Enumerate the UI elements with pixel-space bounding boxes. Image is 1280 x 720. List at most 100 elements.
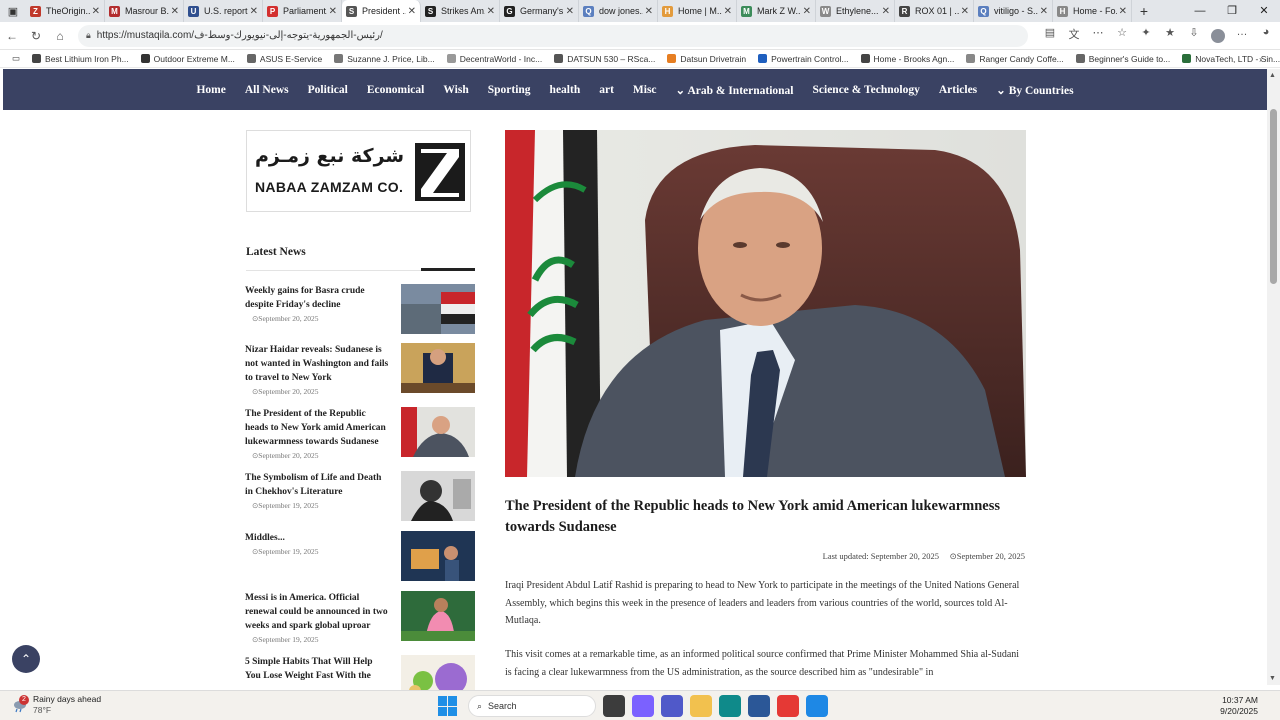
tab-close-icon[interactable]: ✕ [882, 6, 890, 17]
bookmark-item[interactable]: Powertrain Control... [758, 54, 849, 64]
nav-link[interactable]: Science & Technology [813, 84, 920, 96]
bookmark-item[interactable]: Beginner's Guide to... [1075, 54, 1170, 64]
downloads-icon[interactable]: ⇩ [1182, 26, 1206, 46]
bookmark-item[interactable]: Best Lithium Iron Ph... [32, 54, 129, 64]
system-clock[interactable]: 10:37 AM 9/20/2025 [1220, 695, 1258, 717]
news-item-title[interactable]: The President of the Republic heads to N… [245, 407, 390, 449]
teams-icon[interactable] [661, 695, 683, 717]
tab-close-icon[interactable]: ✕ [1119, 6, 1127, 17]
nav-link[interactable]: health [550, 84, 581, 96]
news-item-thumbnail[interactable] [401, 591, 475, 641]
bookmark-item[interactable]: NovaTech, LTD - Sin... [1182, 54, 1280, 64]
scroll-up-icon[interactable]: ▲ [1269, 72, 1276, 79]
scroll-to-top-button[interactable]: ⌃ [12, 645, 40, 673]
browser-tab[interactable]: S Strikes Am...✕ [421, 0, 500, 22]
sponsor-logo-ad[interactable]: شركة نبع زمـزم NABAA ZAMZAM CO. [246, 130, 471, 212]
scrollbar-thumb[interactable] [1270, 109, 1277, 284]
browser-tab[interactable]: M Masrour B...✕ [105, 0, 184, 22]
browser-tab[interactable]: W Ethylene... ✕ [816, 0, 895, 22]
news-item-thumbnail[interactable] [401, 471, 475, 521]
extensions-icon[interactable]: ✦ [1134, 26, 1158, 46]
nav-link[interactable]: Wish [443, 84, 468, 96]
tab-close-icon[interactable]: ✕ [724, 6, 732, 17]
browser-tab[interactable]: S President ... ✕ [342, 0, 421, 22]
tab-close-icon[interactable]: ✕ [92, 6, 100, 17]
nav-link[interactable]: Political [308, 84, 348, 96]
bookmark-item[interactable]: Outdoor Extreme M... [140, 54, 235, 64]
favorite-star-icon[interactable]: ☆ [1110, 26, 1134, 46]
news-item-thumbnail[interactable] [401, 531, 475, 581]
bookmark-item[interactable]: Home - Brooks Agn... [860, 54, 954, 64]
tab-actions-icon[interactable]: ▣ [0, 0, 26, 22]
browser-tab[interactable]: Qdow jones... ✕ [579, 0, 658, 22]
settings-menu-icon[interactable]: … [1230, 26, 1254, 46]
browser-tab[interactable]: R ROX 01 | ... ✕ [895, 0, 974, 22]
bookmark-item[interactable]: Suzanne J. Price, Lib... [334, 54, 435, 64]
nav-link[interactable]: Sporting [488, 84, 531, 96]
copilot-app-icon[interactable] [632, 695, 654, 717]
news-item-thumbnail[interactable] [401, 284, 475, 334]
bookmark-item[interactable]: DecentraWorld - Inc... [446, 54, 542, 64]
browser-tab[interactable]: Qvitiligo - S... ✕ [974, 0, 1053, 22]
browser-tab[interactable]: P Parliament...✕ [263, 0, 342, 22]
tab-close-icon[interactable]: ✕ [961, 6, 969, 17]
tab-close-icon[interactable]: ✕ [329, 6, 337, 17]
browser-tab[interactable]: Z TheOrigin... ✕ [26, 0, 105, 22]
page-scrollbar[interactable]: ▲ ▼ [1267, 69, 1280, 685]
nav-link[interactable]: Articles [939, 84, 977, 96]
tab-close-icon[interactable]: ✕ [408, 6, 416, 17]
tab-close-icon[interactable]: ✕ [250, 6, 258, 17]
bookmark-item[interactable]: Ranger Candy Coffe... [966, 54, 1064, 64]
new-tab-button[interactable]: + [1132, 3, 1156, 19]
restore-icon[interactable]: ❐ [1216, 0, 1248, 22]
nav-link[interactable]: art [599, 84, 614, 96]
store-icon[interactable] [748, 695, 770, 717]
file-explorer-icon[interactable] [690, 695, 712, 717]
browser-tab[interactable]: M Mark Z W... ✕ [737, 0, 816, 22]
profile-avatar[interactable] [1211, 28, 1225, 43]
scroll-down-icon[interactable]: ▼ [1269, 675, 1276, 682]
news-item-title[interactable]: Messi is in America. Official renewal co… [245, 591, 390, 633]
tab-close-icon[interactable]: ✕ [645, 6, 653, 17]
browser-tab[interactable]: U U.S. report...✕ [184, 0, 263, 22]
more-bookmarks-icon[interactable]: › [1259, 54, 1262, 64]
nav-link[interactable]: Economical [367, 84, 425, 96]
nav-link[interactable]: ⌄ By Countries [996, 83, 1073, 97]
news-item-title[interactable]: Nizar Haidar reveals: Sudanese is not wa… [245, 343, 390, 385]
article-hero-image[interactable] [505, 130, 1026, 477]
news-item-thumbnail[interactable] [401, 343, 475, 393]
news-item-title[interactable]: The Symbolism of Life and Death in Chekh… [245, 471, 390, 499]
browser-tab[interactable]: H Home - Fo...✕ [1053, 0, 1132, 22]
taskbar-search[interactable]: ⌕ Search [468, 695, 596, 717]
home-icon[interactable]: ⌂ [48, 29, 72, 43]
task-view-icon[interactable] [603, 695, 625, 717]
browser-tab[interactable]: H Home | M... ✕ [658, 0, 737, 22]
translate-icon[interactable]: 文 [1062, 26, 1086, 46]
bookmark-item[interactable]: DATSUN 530 – RSca... [554, 54, 655, 64]
news-item-title[interactable]: Middles... [245, 531, 390, 545]
browser-tab[interactable]: G Germany's...✕ [500, 0, 579, 22]
nav-link[interactable]: All News [245, 84, 289, 96]
bookmark-item[interactable]: ASUS E-Service [246, 54, 322, 64]
tab-close-icon[interactable]: ✕ [487, 6, 495, 17]
tab-close-icon[interactable]: ✕ [566, 6, 574, 17]
more-options-icon[interactable]: ⋯ [1086, 26, 1110, 46]
refresh-icon[interactable]: ↻ [24, 29, 48, 43]
close-window-icon[interactable]: ✕ [1248, 0, 1280, 22]
nav-link[interactable]: Misc [633, 84, 657, 96]
news-item-title[interactable]: 5 Simple Habits That Will Help You Lose … [245, 655, 390, 683]
tab-close-icon[interactable]: ✕ [171, 6, 179, 17]
back-icon[interactable]: ← [0, 29, 24, 43]
reading-view-icon[interactable]: ▤ [1038, 26, 1062, 46]
tab-close-icon[interactable]: ✕ [1040, 6, 1048, 17]
youtube-icon[interactable] [777, 695, 799, 717]
photos-icon[interactable] [806, 695, 828, 717]
windows-start-icon[interactable] [438, 696, 458, 716]
nav-link[interactable]: Home [196, 84, 225, 96]
copilot-icon[interactable]: ◕ [1254, 26, 1278, 46]
nav-link[interactable]: ⌄ Arab & International [676, 83, 794, 97]
news-item-thumbnail[interactable] [401, 407, 475, 457]
news-item-title[interactable]: Weekly gains for Basra crude despite Fri… [245, 284, 390, 312]
minimize-icon[interactable]: — [1184, 0, 1216, 22]
weather-widget[interactable]: 2 Rainy days ahead 78°F [12, 694, 101, 716]
